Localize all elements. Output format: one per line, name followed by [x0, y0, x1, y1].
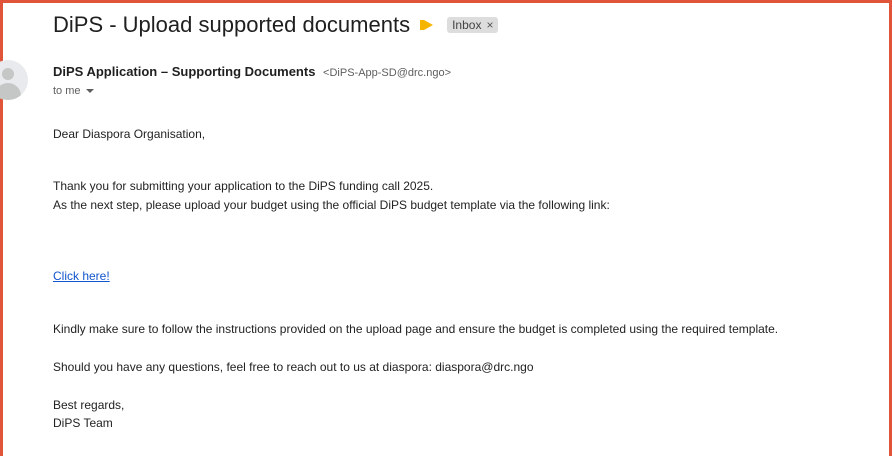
- caret-down-icon[interactable]: [85, 89, 94, 93]
- avatar-head: [2, 68, 14, 80]
- body-paragraph-3: Should you have any questions, feel free…: [53, 360, 534, 374]
- recipient-row[interactable]: to me: [53, 85, 94, 97]
- signoff: Best regards,: [53, 398, 125, 412]
- sender-row: DiPS Application – Supporting Documents …: [53, 64, 451, 79]
- body-paragraph-1-line-1: Thank you for submitting your applicatio…: [53, 179, 434, 193]
- avatar-body: [0, 83, 21, 100]
- email-subject: DiPS - Upload supported documents: [53, 12, 411, 37]
- recipient-text: to me: [53, 85, 81, 97]
- subject-row: DiPS - Upload supported documents Inbox …: [53, 12, 499, 38]
- upload-link[interactable]: Click here!: [53, 267, 110, 286]
- body-paragraph-1-line-2: As the next step, please upload your bud…: [53, 198, 610, 212]
- sender-name[interactable]: DiPS Application – Supporting Documents: [53, 64, 315, 79]
- inbox-label-text: Inbox: [452, 18, 482, 32]
- signature: DiPS Team: [53, 416, 113, 430]
- importance-marker-icon[interactable]: [420, 20, 434, 30]
- close-icon[interactable]: ×: [486, 18, 493, 32]
- body-paragraph-2: Kindly make sure to follow the instructi…: [53, 322, 779, 336]
- sender-email: <DiPS-App-SD@drc.ngo>: [323, 67, 451, 79]
- inbox-label-chip[interactable]: Inbox ×: [447, 17, 499, 33]
- greeting: Dear Diaspora Organisation,: [53, 127, 206, 141]
